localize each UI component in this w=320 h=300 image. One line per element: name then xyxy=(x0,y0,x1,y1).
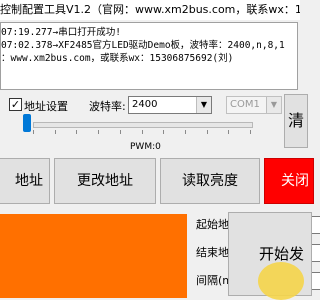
slider-track[interactable] xyxy=(33,122,253,128)
slider-tick xyxy=(185,130,186,134)
window-title: 控制配置工具V1.2（官网：www.xm2bus.com，联系wx：153068… xyxy=(0,0,300,20)
close-button[interactable]: 关闭 xyxy=(264,158,314,204)
log-line: 07:02.378→XF2485官方LED驱动Demo板，波特率：2400,n,… xyxy=(1,40,285,51)
port-select[interactable]: COM1 ▼ xyxy=(226,96,282,114)
slider-tick xyxy=(55,130,56,134)
chevron-down-icon: ▼ xyxy=(266,97,281,113)
slider-ticks xyxy=(33,130,251,134)
slider-tick xyxy=(228,130,229,134)
log-output[interactable]: 07:19.277→串口打开成功! 07:02.378→XF2485官方LED驱… xyxy=(0,22,298,90)
slider-tick xyxy=(120,130,121,134)
status-indicator xyxy=(0,214,187,298)
change-address-button[interactable]: 更改地址 xyxy=(54,158,156,204)
slider-thumb[interactable] xyxy=(23,114,31,132)
chevron-down-icon: ▼ xyxy=(196,97,211,113)
read-brightness-button[interactable]: 读取亮度 xyxy=(160,158,260,204)
pwm-readout: PWM:0 xyxy=(130,142,161,152)
slider-tick xyxy=(207,130,208,134)
baud-rate-label: 波特率: xyxy=(89,100,126,113)
slider-tick xyxy=(98,130,99,134)
baud-rate-value: 2400 xyxy=(132,99,158,110)
xm-logo-icon xyxy=(258,262,304,300)
log-line: ：www.xm2bus.com，或联系wx：15306875692(刘) xyxy=(1,53,234,64)
slider-tick xyxy=(250,130,251,134)
slider-tick xyxy=(33,130,34,134)
baud-rate-select[interactable]: 2400 ▼ xyxy=(128,96,212,114)
clear-button[interactable]: 清 xyxy=(284,94,308,148)
slider-tick xyxy=(163,130,164,134)
address-setting-checkbox[interactable]: ✓ xyxy=(9,98,22,111)
port-value: COM1 xyxy=(230,99,260,110)
log-line: 07:19.277→串口打开成功! xyxy=(1,27,121,38)
slider-tick xyxy=(142,130,143,134)
address-button[interactable]: 地址 xyxy=(0,158,50,204)
slider-tick xyxy=(76,130,77,134)
